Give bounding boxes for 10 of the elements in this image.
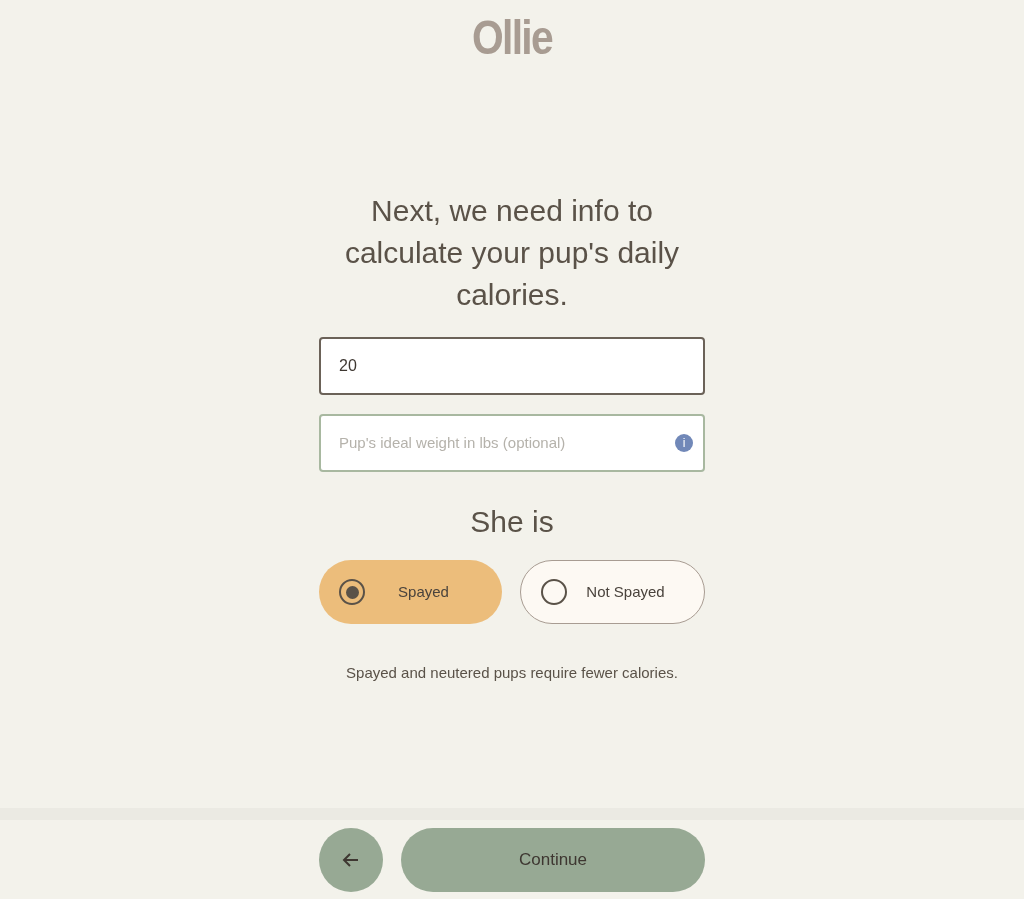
radio-icon xyxy=(541,579,567,605)
logo: Ollie xyxy=(472,10,552,66)
heading: Next, we need info to calculate your pup's daily calories. xyxy=(343,193,681,313)
radio-option[interactable]: Not Spayed xyxy=(520,560,705,624)
note: Spayed and neutered pups require fewer calories. xyxy=(346,663,678,683)
radio-option[interactable]: Spayed xyxy=(319,560,502,624)
continue-button[interactable]: Continue xyxy=(401,827,705,892)
question-label: She is xyxy=(470,504,554,540)
radio-checked-icon xyxy=(339,579,365,605)
input-field[interactable]: 20 xyxy=(319,337,705,395)
